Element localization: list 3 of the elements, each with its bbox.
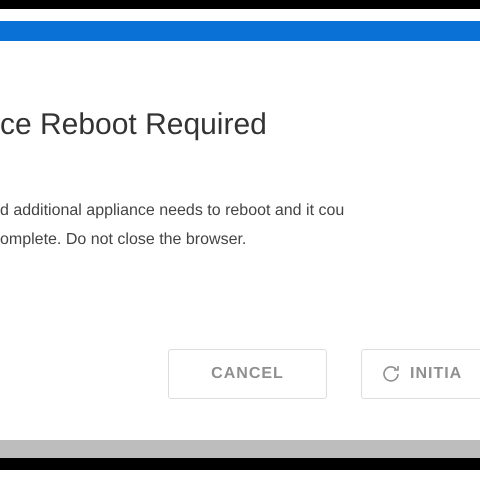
message-text: omplete. Do not close the browser.: [0, 230, 246, 250]
dialog-title: ce Reboot Required: [0, 108, 267, 142]
message-text: d additional appliance needs to reboot and it cou: [0, 201, 344, 221]
